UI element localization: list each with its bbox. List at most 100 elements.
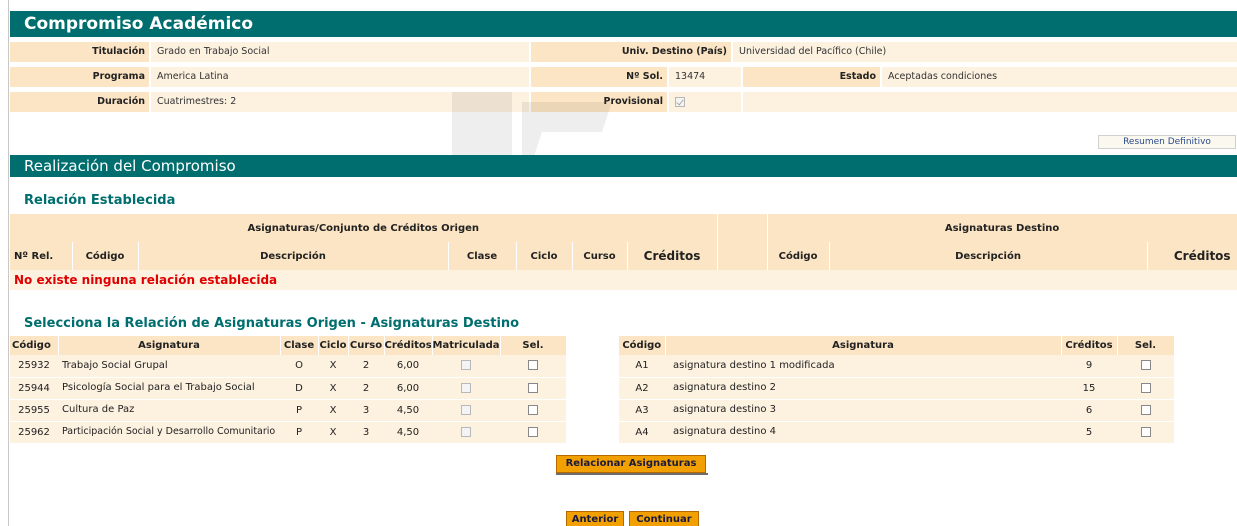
origen-curso: 3	[348, 421, 384, 444]
col-nrel: Nº Rel.	[10, 242, 73, 270]
origen-col-clase: Clase	[280, 336, 319, 355]
sel-cell	[500, 377, 566, 400]
sel-cell	[1117, 355, 1174, 378]
seleccion-title: Selecciona la Relación de Asignaturas Or…	[24, 316, 520, 331]
origen-asignatura: Trabajo Social Grupal	[58, 355, 280, 378]
matriculada-checkbox	[461, 426, 471, 437]
left-border	[8, 0, 9, 526]
destino-creditos: 15	[1061, 377, 1117, 400]
origen-creditos: 6,00	[384, 355, 432, 378]
sel-destino-checkbox[interactable]	[1140, 382, 1151, 393]
origen-col-asignatura: Asignatura	[58, 336, 281, 355]
titulacion-label: Titulación	[10, 42, 149, 62]
sel-destino-checkbox[interactable]	[1140, 360, 1151, 371]
origen-creditos: 4,50	[384, 421, 432, 444]
matriculada-cell	[432, 421, 500, 444]
section-title: Realización del Compromiso	[10, 155, 1237, 177]
col-spacer	[717, 242, 768, 270]
provisional-checkbox	[675, 96, 685, 107]
matriculada-cell	[432, 377, 500, 400]
destino-col-asignatura: Asignatura	[665, 336, 1062, 355]
origen-curso: 2	[348, 355, 384, 378]
anterior-button[interactable]: Anterior	[566, 511, 624, 526]
sel-origen-checkbox[interactable]	[528, 426, 538, 437]
destino-creditos: 6	[1061, 399, 1117, 422]
origen-ciclo: X	[318, 421, 348, 444]
sel-cell	[500, 421, 566, 444]
origen-col-matriculada: Matriculada	[432, 336, 501, 355]
nsol-value: 13474	[669, 67, 741, 87]
matriculada-checkbox	[461, 360, 471, 371]
origen-clase: P	[280, 421, 318, 444]
destino-asignatura: asignatura destino 4	[665, 421, 1061, 444]
estado-label: Estado	[743, 67, 880, 87]
destino-asignatura: asignatura destino 2	[665, 377, 1061, 400]
origen-ciclo: X	[318, 355, 348, 378]
empty-relation-message: No existe ninguna relación establecida	[10, 270, 1237, 290]
info-filler	[743, 92, 1237, 112]
origen-codigo: 25955	[10, 399, 58, 422]
col-descripcion-origen: Descripción	[138, 242, 449, 270]
page-title: Compromiso Académico	[10, 11, 1237, 37]
origen-codigo: 25932	[10, 355, 58, 378]
table-row: A2 asignatura destino 2 15	[619, 377, 1174, 400]
col-codigo-destino: Código	[767, 242, 830, 270]
origen-ciclo: X	[318, 377, 348, 400]
origen-codigo: 25944	[10, 377, 58, 400]
univ-destino-value: Universidad del Pacífico (Chile)	[733, 42, 1237, 62]
destino-asignatura: asignatura destino 3	[665, 399, 1061, 422]
origen-creditos: 6,00	[384, 377, 432, 400]
resumen-definitivo-link[interactable]: Resumen Definitivo	[1098, 135, 1236, 149]
table-row: A4 asignatura destino 4 5	[619, 421, 1174, 444]
provisional-value	[669, 92, 741, 112]
origen-clase: O	[280, 355, 318, 378]
sel-cell	[1117, 421, 1174, 444]
sel-destino-checkbox[interactable]	[1140, 404, 1151, 415]
sel-cell	[1117, 399, 1174, 422]
matriculada-cell	[432, 355, 500, 378]
titulacion-value: Grado en Trabajo Social	[151, 42, 529, 62]
origen-col-creditos: Créditos	[384, 336, 433, 355]
continuar-button[interactable]: Continuar	[629, 511, 699, 526]
relacion-table: Asignaturas/Conjunto de Créditos Origen …	[10, 214, 1237, 290]
col-curso: Curso	[572, 242, 628, 270]
col-creditos-origen: Créditos	[627, 242, 718, 270]
relacionar-asignaturas-button[interactable]: Relacionar Asignaturas	[556, 455, 708, 475]
sel-origen-checkbox[interactable]	[528, 382, 538, 393]
origen-col-sel: Sel.	[500, 336, 567, 355]
origen-creditos: 4,50	[384, 399, 432, 422]
destino-col-sel: Sel.	[1117, 336, 1175, 355]
table-row: A3 asignatura destino 3 6	[619, 399, 1174, 422]
destino-codigo: A2	[619, 377, 665, 400]
sel-cell	[500, 355, 566, 378]
destino-codigo: A4	[619, 421, 665, 444]
origen-asignatura: Psicología Social para el Trabajo Social	[58, 377, 280, 400]
col-ciclo: Ciclo	[516, 242, 573, 270]
watermark-logo	[452, 92, 612, 162]
duracion-label: Duración	[10, 92, 149, 112]
destino-codigo: A3	[619, 399, 665, 422]
destino-col-creditos: Créditos	[1061, 336, 1118, 355]
destino-creditos: 5	[1061, 421, 1117, 444]
matriculada-cell	[432, 399, 500, 422]
programa-label: Programa	[10, 67, 149, 87]
sel-destino-checkbox[interactable]	[1140, 426, 1151, 437]
table-row: A1 asignatura destino 1 modificada 9	[619, 355, 1174, 378]
origen-col-curso: Curso	[348, 336, 385, 355]
destino-group-header: Asignaturas Destino	[767, 214, 1237, 242]
origen-clase: D	[280, 377, 318, 400]
sel-origen-checkbox[interactable]	[528, 404, 538, 415]
matriculada-checkbox	[461, 404, 471, 415]
matriculada-checkbox	[461, 382, 471, 393]
sel-origen-checkbox[interactable]	[528, 360, 538, 371]
origen-asignatura: Cultura de Paz	[58, 399, 280, 422]
col-creditos-destino: Créditos	[1147, 242, 1237, 270]
nsol-label: Nº Sol.	[531, 67, 667, 87]
spacer-header	[717, 214, 768, 242]
table-row: 25932 Trabajo Social Grupal O X 2 6,00	[10, 355, 566, 378]
origen-codigo: 25962	[10, 421, 58, 444]
univ-destino-label: Univ. Destino (País)	[531, 42, 731, 62]
col-descripcion-destino: Descripción	[829, 242, 1148, 270]
destino-table: Código Asignatura Créditos Sel. A1 asign…	[619, 336, 1175, 444]
relacion-title: Relación Establecida	[24, 193, 176, 208]
